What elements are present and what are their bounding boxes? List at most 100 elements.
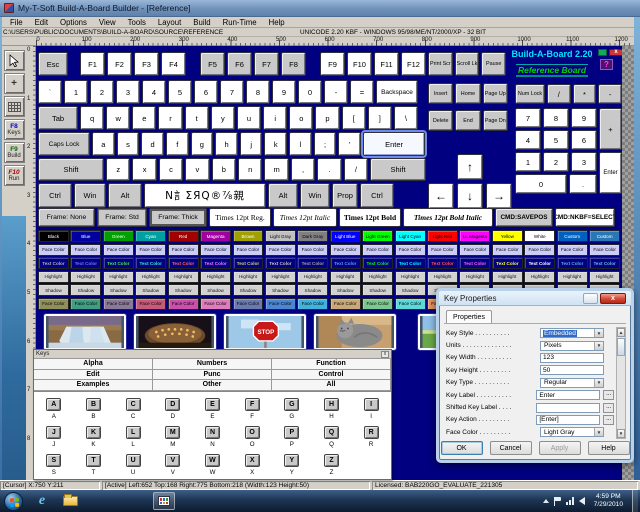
palette-text-color-key[interactable]: Text Color [38,257,69,269]
key-4[interactable]: 4 [142,80,166,104]
palette-highlight-key[interactable]: Highlight [168,271,199,283]
key-j[interactable]: j [240,132,263,156]
key-z[interactable]: z [106,158,130,181]
start-button[interactable] [4,492,23,511]
key-f1[interactable]: F1 [80,52,105,76]
dialog-scrollbar[interactable]: ▲ ▼ [616,327,626,439]
key-numpad-enter[interactable]: Enter [599,152,622,194]
frame-style-times-12pt-bold[interactable]: Times 12pt Bold [339,208,401,227]
frame-style-frame-std[interactable]: Frame: Std [97,208,147,227]
key-delete[interactable]: Delete [428,110,453,131]
palette-face2-color-key[interactable]: Face Color [362,298,393,310]
field-input-6[interactable] [536,403,600,413]
key-numpad-0[interactable]: 0 [515,174,567,194]
palette-highlight-key[interactable]: Highlight [524,271,555,283]
key-s[interactable]: s [117,132,140,156]
key-shift[interactable]: Shift [370,158,426,181]
palette-text-color-key[interactable]: Text Color [524,257,555,269]
letter-key-b[interactable]: B [86,398,101,411]
key-numpad-1[interactable]: 1 [515,152,541,172]
field-input-3[interactable]: 50 [540,365,604,375]
menu-file[interactable]: File [4,18,29,27]
palette-highlight-key[interactable]: Highlight [492,271,523,283]
palette-text-color-key[interactable]: Text Color [70,257,101,269]
dialog-close-button[interactable]: x [600,293,626,304]
letter-key-g[interactable]: G [284,398,299,411]
field-dropdown-4[interactable]: Regular▼ [540,378,604,388]
key-[interactable]: , [291,158,315,181]
palette-shadow-key[interactable]: Shadow [200,284,231,296]
letter-key-j[interactable]: J [46,426,61,439]
frame-style-frame-thick[interactable]: Frame: Thick [149,208,207,227]
key-[interactable]: = [350,80,374,104]
letter-key-c[interactable]: C [126,398,141,411]
key-caps-lock[interactable]: Caps Lock [38,132,90,156]
frame-style-times-12pt-italic[interactable]: Times 12pt Italic [273,208,337,227]
palette-shadow-key[interactable]: Shadow [297,284,328,296]
palette-text-color-key[interactable]: Text Color [233,257,264,269]
key-numpad-num-lock[interactable]: Num Lock [515,84,545,104]
chevron-down-icon[interactable]: ▼ [594,428,603,436]
letter-key-y[interactable]: Y [284,454,299,467]
letter-key-l[interactable]: L [126,426,141,439]
letter-key-n[interactable]: N [205,426,220,439]
palette-face-color-key[interactable]: Face Color [362,244,393,256]
key-shift[interactable]: Shift [38,158,104,181]
key-f12[interactable]: F12 [401,52,426,76]
build-tool-button[interactable]: F9 Build [4,142,25,163]
keys-panel-close-icon[interactable]: x [381,351,389,358]
key-enter[interactable]: Enter [363,132,425,156]
key-spacebar[interactable]: N訁ΣЯQ®⅞親 [144,183,266,208]
palette-face-color-key[interactable]: Face Color [38,244,69,256]
letter-key-w[interactable]: W [205,454,220,467]
field-dropdown-1[interactable]: Pixels▼ [540,341,604,351]
palette-highlight-key[interactable]: Highlight [200,271,231,283]
palette-face2-color-key[interactable]: Face Color [395,298,426,310]
key-u[interactable]: u [237,106,261,130]
palette-face-color-key[interactable]: Face Color [427,244,458,256]
key-ctrl[interactable]: Ctrl [38,183,72,208]
taskbar-active-app-button[interactable] [153,492,175,510]
key-i[interactable]: i [263,106,287,130]
tab-function[interactable]: Function [272,359,391,370]
key-numpad-7[interactable]: 7 [515,108,541,128]
field-dropdown-0[interactable]: Embedded▼ [540,328,604,338]
board-help-button[interactable]: ? [600,59,613,70]
palette-highlight-key[interactable]: Highlight [297,271,328,283]
palette-face2-color-key[interactable]: Face Color [330,298,361,310]
tab-all[interactable]: All [272,380,391,391]
dialog-titlebar[interactable]: Key Properties x [439,291,631,306]
key-e[interactable]: e [132,106,156,130]
letter-key-o[interactable]: O [245,426,260,439]
palette-face-color-key[interactable]: Face Color [330,244,361,256]
waterfall-image-key[interactable] [44,314,126,350]
stop-sign-image-key[interactable]: STOP [224,314,306,350]
palette-face2-color-key[interactable]: Face Color [70,298,101,310]
key-tab[interactable]: Tab [38,106,78,130]
cancel-button[interactable]: Cancel [490,441,532,455]
key-scroll-lk[interactable]: Scroll Lk [455,52,480,76]
key-numpad-5[interactable]: 5 [543,130,569,150]
chevron-down-icon[interactable]: ▼ [594,329,603,337]
key-numpad-9[interactable]: 9 [571,108,597,128]
key-c[interactable]: c [159,158,183,181]
letter-key-p[interactable]: P [284,426,299,439]
palette-face-color-key[interactable]: Face Color [70,244,101,256]
palette-text-color-key[interactable]: Text Color [395,257,426,269]
tab-punc[interactable]: Punc [153,370,272,381]
palette-color-magenta[interactable]: Magenta [200,230,231,242]
taskbar-ie-button[interactable]: e [31,492,53,510]
key-l[interactable]: l [289,132,312,156]
palette-face-color-key[interactable]: Face Color [557,244,588,256]
tab-other[interactable]: Other [153,380,272,391]
menu-runtime[interactable]: Run-Time [217,18,263,27]
key-end[interactable]: End [455,110,480,131]
letter-key-v[interactable]: V [165,454,180,467]
palette-highlight-key[interactable]: Highlight [265,271,296,283]
title-bar[interactable]: My-T-Soft Build-A-Board Builder - [Refer… [0,0,640,17]
menu-options[interactable]: Options [54,18,93,27]
menu-view[interactable]: View [93,18,122,27]
scroll-down-icon[interactable]: ▼ [617,429,625,438]
cat-image-key[interactable] [314,314,396,350]
colosseum-image-key[interactable] [134,314,216,350]
